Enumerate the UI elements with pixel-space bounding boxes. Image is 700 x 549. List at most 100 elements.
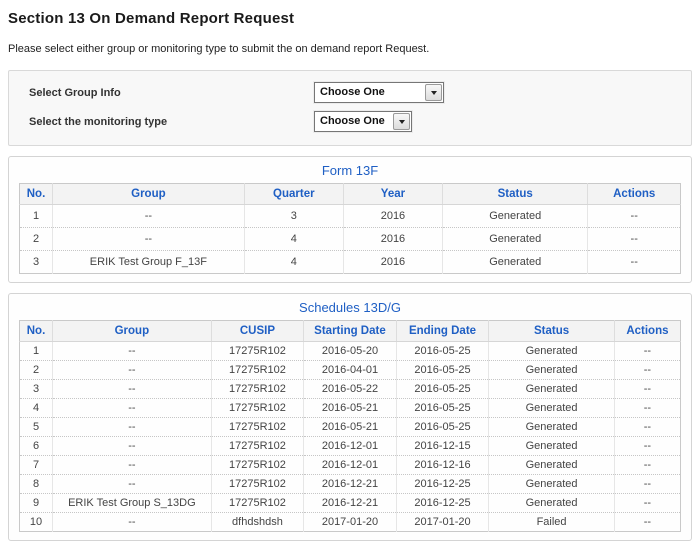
cell-no: 2: [19, 227, 53, 251]
table-row: 8 -- 17275R102 2016-12-21 2016-12-25 Generate…: [19, 474, 681, 494]
cell-no: 5: [19, 417, 53, 437]
column-header-ending-date: Ending Date: [395, 320, 489, 342]
form13f-table: No. Group Quarter Year Status Actions 1 -- 3 2016…: [19, 183, 681, 274]
group-info-label: Select Group Info: [29, 86, 121, 99]
cell-cusip: 17275R102: [210, 493, 304, 513]
cell-status: Generated: [488, 398, 615, 418]
table-row: 5 -- 17275R102 2016-05-21 2016-05-25 Generate…: [19, 417, 681, 437]
cell-group: --: [52, 455, 212, 475]
cell-cusip: 17275R102: [210, 360, 304, 380]
cell-year: 2016: [342, 227, 443, 251]
chevron-down-glyph: [398, 119, 405, 124]
cell-starting-date: 2016-12-01: [303, 436, 397, 456]
cell-no: 4: [19, 398, 53, 418]
chevron-down-glyph: [430, 90, 437, 95]
cell-starting-date: 2016-05-20: [303, 341, 397, 361]
cell-starting-date: 2016-12-21: [303, 474, 397, 494]
group-info-row: Select Group Info Choose One: [29, 78, 681, 107]
cell-cusip: 17275R102: [210, 474, 304, 494]
cell-year: 2016: [342, 250, 443, 274]
group-info-select[interactable]: Choose One: [314, 82, 444, 103]
cell-group: --: [52, 204, 245, 228]
cell-group: --: [52, 341, 212, 361]
cell-group: --: [52, 436, 212, 456]
cell-no: 7: [19, 455, 53, 475]
cell-group: --: [52, 474, 212, 494]
column-header-no: No.: [19, 183, 53, 205]
chevron-down-icon[interactable]: [393, 113, 410, 130]
cell-cusip: dfhdshdsh: [210, 512, 304, 532]
column-header-cusip: CUSIP: [210, 320, 304, 342]
cell-cusip: 17275R102: [210, 341, 304, 361]
cell-no: 10: [19, 512, 53, 532]
form13f-title: Form 13F: [321, 163, 379, 178]
cell-cusip: 17275R102: [210, 455, 304, 475]
cell-ending-date: 2017-01-20: [395, 512, 489, 532]
cell-actions: --: [613, 379, 681, 399]
cell-ending-date: 2016-12-16: [395, 455, 489, 475]
cell-cusip: 17275R102: [210, 417, 304, 437]
cell-actions: --: [613, 360, 681, 380]
table-row: 2 -- 4 2016 Generated --: [19, 227, 681, 251]
monitoring-type-select[interactable]: Choose One: [314, 111, 412, 132]
column-header-group: Group: [52, 320, 212, 342]
report-request-form-panel: Select Group Info Choose One Select the …: [8, 70, 692, 146]
cell-no: 1: [32, 345, 40, 357]
cell-group: --: [52, 512, 212, 532]
cell-status: Generated: [488, 341, 615, 361]
cell-cusip: 17275R102: [210, 379, 304, 399]
table-row: 10 -- dfhdshdsh 2017-01-20 2017-01-20 Failed -…: [19, 512, 681, 532]
cell-ending-date: 2016-12-25: [395, 474, 489, 494]
cell-no: 1: [32, 210, 40, 222]
cell-status: Generated: [488, 360, 615, 380]
cell-group: ERIK Test Group S_13DG: [52, 493, 212, 513]
cell-actions: --: [613, 474, 681, 494]
cell-status: Generated: [488, 436, 615, 456]
cell-starting-date: 2016-04-01: [303, 360, 397, 380]
cell-actions: --: [613, 417, 681, 437]
cell-ending-date: 2016-12-25: [395, 493, 489, 513]
cell-group: --: [52, 227, 245, 251]
cell-status: Generated: [488, 455, 615, 475]
monitoring-type-label: Select the monitoring type: [29, 115, 168, 128]
cell-status: Failed: [488, 512, 615, 532]
table-row: 1 -- 17275R102 2016-05-20 2016-05-25 Generate…: [20, 341, 681, 361]
schedules13dg-title: Schedules 13D/G: [299, 300, 401, 315]
cell-year: 2016: [342, 204, 443, 228]
cell-quarter: 3: [243, 204, 344, 228]
cell-cusip: 17275R102: [210, 398, 304, 418]
cell-quarter: 4: [243, 227, 344, 251]
table-row: 3 ERIK Test Group F_13F 4 2016 Generated --: [19, 250, 681, 274]
cell-ending-date: 2016-05-25: [395, 379, 489, 399]
cell-no: 6: [19, 436, 53, 456]
monitoring-type-row: Select the monitoring type Choose One: [29, 107, 681, 136]
column-header-actions: Actions: [587, 183, 681, 205]
chevron-down-icon[interactable]: [425, 84, 442, 101]
table-row: 6 -- 17275R102 2016-12-01 2016-12-15 Generate…: [19, 436, 681, 456]
cell-ending-date: 2016-05-25: [395, 341, 489, 361]
group-info-select-value: Choose One: [320, 86, 385, 98]
cell-actions: --: [587, 204, 681, 228]
schedules13dg-table: No. Group CUSIP Starting Date Ending Date Sta…: [19, 320, 681, 532]
header-row: No. Group CUSIP Starting Date Ending Date Sta…: [19, 320, 681, 342]
cell-group: --: [52, 379, 212, 399]
cell-starting-date: 2016-12-01: [303, 455, 397, 475]
form13f-section: Form 13F No. Group Quarter Year Status Action…: [8, 156, 692, 283]
cell-no: 8: [19, 474, 53, 494]
table-row: 2 -- 17275R102 2016-04-01 2016-05-25 Generate…: [19, 360, 681, 380]
cell-actions: --: [613, 436, 681, 456]
cell-no: 3: [19, 379, 53, 399]
table-row: 3 -- 17275R102 2016-05-22 2016-05-25 Generate…: [19, 379, 681, 399]
page-title: Section 13 On Demand Report Request: [8, 10, 295, 27]
cell-group: --: [52, 398, 212, 418]
cell-ending-date: 2016-05-25: [395, 398, 489, 418]
cell-no: 2: [19, 360, 53, 380]
cell-ending-date: 2016-05-25: [395, 360, 489, 380]
column-header-starting-date: Starting Date: [303, 320, 397, 342]
cell-actions: --: [613, 455, 681, 475]
schedules13dg-section: Schedules 13D/G No. Group CUSIP Starting Da…: [8, 293, 692, 541]
column-header-quarter: Quarter: [243, 183, 344, 205]
column-header-actions: Actions: [613, 320, 681, 342]
cell-ending-date: 2016-12-15: [395, 436, 489, 456]
cell-no: 9: [19, 493, 53, 513]
